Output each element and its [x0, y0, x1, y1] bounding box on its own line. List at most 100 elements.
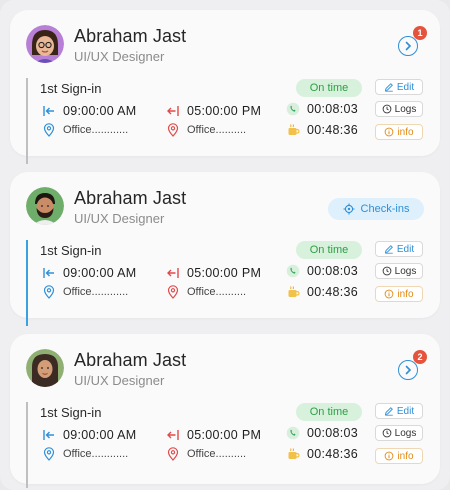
- location-pin-icon: [42, 123, 56, 137]
- work-duration-row: 00:08:03: [286, 264, 358, 278]
- attendance-panel: Abraham Jast UI/UX Designer 1 1st Sign-i…: [0, 0, 450, 490]
- crosshair-icon: [343, 203, 355, 215]
- work-duration-row: 00:08:03: [286, 426, 358, 440]
- checkout-location: Office..........: [187, 286, 247, 298]
- phone-timer-icon: [286, 102, 300, 116]
- break-duration-row: 00:48:36: [286, 447, 358, 461]
- coffee-cup-icon: [286, 285, 300, 299]
- location-pin-icon: [42, 285, 56, 299]
- checkin-time: 09:00:00 AM: [63, 104, 137, 118]
- phone-timer-icon: [286, 264, 300, 278]
- chevron-right-icon: [405, 41, 412, 51]
- checkin-location-row: Office............: [42, 447, 128, 461]
- status-bar: [26, 402, 28, 488]
- checkout-time-row: 05:00:00 PM: [166, 428, 261, 442]
- checkout-location-row: Office..........: [166, 447, 246, 461]
- break-duration: 00:48:36: [307, 285, 359, 299]
- edit-button[interactable]: Edit: [375, 79, 423, 95]
- break-duration: 00:48:36: [307, 123, 359, 137]
- checkout-location: Office..........: [187, 448, 247, 460]
- checkin-time-row: 09:00:00 AM: [42, 104, 137, 118]
- checkout-time: 05:00:00 PM: [187, 104, 262, 118]
- checkout-location: Office..........: [187, 124, 247, 136]
- avatar: [26, 25, 64, 63]
- coffee-cup-icon: [286, 447, 300, 461]
- checkin-time: 09:00:00 AM: [63, 428, 137, 442]
- checkin-location: Office............: [63, 124, 129, 136]
- check-in-arrow-icon: [42, 104, 56, 118]
- checkin-time-row: 09:00:00 AM: [42, 266, 137, 280]
- info-label: info: [397, 450, 414, 462]
- checkout-location-row: Office..........: [166, 123, 246, 137]
- check-out-arrow-icon: [166, 266, 180, 280]
- status-badge: On time: [296, 79, 362, 97]
- checkin-location-row: Office............: [42, 285, 128, 299]
- checkout-time: 05:00:00 PM: [187, 428, 262, 442]
- info-icon: [385, 289, 394, 299]
- logs-button[interactable]: Logs: [375, 101, 423, 117]
- checkin-location: Office............: [63, 286, 129, 298]
- attendance-card: Abraham Jast UI/UX Designer Check-ins 1s…: [10, 172, 440, 326]
- avatar: [26, 349, 64, 387]
- notification-badge: 2: [413, 350, 427, 364]
- employee-name: Abraham Jast: [74, 350, 187, 370]
- signin-label: 1st Sign-in: [40, 405, 102, 420]
- checkin-time: 09:00:00 AM: [63, 266, 137, 280]
- pencil-icon: [384, 83, 393, 92]
- expand-button[interactable]: [398, 36, 418, 56]
- logs-button[interactable]: Logs: [375, 425, 423, 441]
- status-bar: [26, 78, 28, 164]
- clock-icon: [382, 428, 392, 438]
- logs-label: Logs: [394, 427, 417, 439]
- chevron-right-icon: [405, 365, 412, 375]
- attendance-card: Abraham Jast UI/UX Designer 1 1st Sign-i…: [10, 10, 440, 164]
- work-duration: 00:08:03: [307, 264, 359, 278]
- check-ins-label: Check-ins: [360, 203, 410, 215]
- notification-badge: 1: [413, 26, 427, 40]
- check-out-arrow-icon: [166, 104, 180, 118]
- logs-label: Logs: [394, 265, 417, 277]
- avatar: [26, 187, 64, 225]
- break-duration-row: 00:48:36: [286, 285, 358, 299]
- expand-button[interactable]: [398, 360, 418, 380]
- info-button[interactable]: info: [375, 448, 423, 464]
- status-bar: [26, 240, 28, 326]
- checkin-time-row: 09:00:00 AM: [42, 428, 137, 442]
- edit-button[interactable]: Edit: [375, 403, 423, 419]
- work-duration: 00:08:03: [307, 102, 359, 116]
- info-icon: [385, 127, 394, 137]
- info-icon: [385, 451, 394, 461]
- location-pin-icon: [166, 447, 180, 461]
- clock-icon: [382, 104, 392, 114]
- logs-button[interactable]: Logs: [375, 263, 423, 279]
- coffee-cup-icon: [286, 123, 300, 137]
- status-badge: On time: [296, 241, 362, 259]
- info-button[interactable]: info: [375, 286, 423, 302]
- check-ins-button[interactable]: Check-ins: [328, 198, 424, 220]
- check-in-arrow-icon: [42, 428, 56, 442]
- location-pin-icon: [42, 447, 56, 461]
- employee-role: UI/UX Designer: [74, 373, 165, 388]
- attendance-card: Abraham Jast UI/UX Designer 2 1st Sign-i…: [10, 334, 440, 488]
- signin-label: 1st Sign-in: [40, 81, 102, 96]
- work-duration: 00:08:03: [307, 426, 359, 440]
- work-duration-row: 00:08:03: [286, 102, 358, 116]
- status-badge: On time: [296, 403, 362, 421]
- checkout-time-row: 05:00:00 PM: [166, 104, 261, 118]
- checkin-location-row: Office............: [42, 123, 128, 137]
- edit-label: Edit: [396, 405, 415, 417]
- info-label: info: [397, 288, 414, 300]
- checkout-time: 05:00:00 PM: [187, 266, 262, 280]
- info-button[interactable]: info: [375, 124, 423, 140]
- check-in-arrow-icon: [42, 266, 56, 280]
- employee-role: UI/UX Designer: [74, 211, 165, 226]
- break-duration: 00:48:36: [307, 447, 359, 461]
- location-pin-icon: [166, 285, 180, 299]
- checkout-time-row: 05:00:00 PM: [166, 266, 261, 280]
- logs-label: Logs: [394, 103, 417, 115]
- phone-timer-icon: [286, 426, 300, 440]
- employee-name: Abraham Jast: [74, 188, 187, 208]
- employee-name: Abraham Jast: [74, 26, 187, 46]
- edit-button[interactable]: Edit: [375, 241, 423, 257]
- edit-label: Edit: [396, 81, 415, 93]
